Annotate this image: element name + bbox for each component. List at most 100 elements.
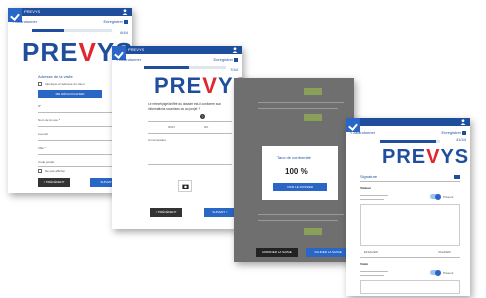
visitor-present-label: Présent [443, 195, 454, 199]
visitor-present-toggle[interactable] [430, 193, 441, 200]
camera-button[interactable] [178, 180, 192, 192]
modal-value: 100 % [285, 167, 308, 176]
text-line [258, 108, 338, 109]
save-icon [124, 19, 128, 24]
visitor-signature-pad[interactable] [360, 204, 460, 246]
save-link[interactable]: Enregistrer [103, 19, 128, 25]
section-title: Adresse de la visite [38, 74, 73, 79]
checkbox-label: Identique à l'adresse du client [45, 82, 85, 86]
brand-logo: PREVYS [154, 73, 242, 99]
checkbox2-label: Ne pas afficher [45, 169, 66, 173]
save-icon [462, 130, 466, 135]
nav-row: < Abandonner Enregistrer [8, 19, 132, 25]
brand-pre: PRE [382, 146, 427, 168]
step-counter: 7/44 [230, 67, 238, 72]
progress-fill [144, 66, 190, 69]
brand-pre: PRE [22, 37, 79, 67]
save-label: Enregistrer [441, 130, 461, 135]
comment-field-line[interactable] [148, 164, 232, 165]
visitor-heading: Visiteur [360, 186, 371, 190]
progress-bar [144, 66, 226, 69]
progress-fill [32, 29, 64, 32]
field-label: N° [38, 104, 42, 108]
progress-fill [380, 140, 436, 143]
save-link[interactable]: Enregistrer [213, 57, 238, 63]
answer-chip [304, 88, 322, 95]
visited-company [360, 275, 384, 276]
abandon-link[interactable]: < Abandonner [12, 19, 37, 25]
visited-present-toggle[interactable] [430, 269, 441, 276]
signature-title: Signature [360, 174, 378, 179]
brand-v: V [426, 146, 441, 168]
screen-result: Taux de conformité 100 % VOIR LE DOSSIER… [234, 78, 354, 262]
user-icon[interactable] [122, 9, 128, 15]
field-label: Lieu-dit [38, 132, 48, 136]
text-line [258, 102, 344, 103]
question-text: Le relevé/pigé/chiffré du dossier est-il… [148, 102, 221, 111]
abandon-link[interactable]: < Abandonner [116, 57, 141, 63]
previous-button[interactable]: < PRÉCÉDENT [150, 208, 182, 217]
folder-icon [454, 175, 460, 179]
text-line [258, 214, 344, 215]
screen-question: PREVYS < Abandonner Enregistrer 7/44 PRE… [112, 46, 242, 229]
text-line [258, 220, 338, 221]
progress-bar [32, 29, 112, 32]
divider [148, 121, 232, 122]
save-label: Enregistrer [213, 57, 233, 62]
app-header: PREVYS [8, 8, 132, 16]
visited-signature-pad[interactable] [360, 280, 460, 294]
option-nc[interactable]: NC [204, 125, 208, 129]
divider [148, 133, 232, 134]
user-icon[interactable] [460, 119, 466, 125]
brand-logo: PREVYS [382, 146, 469, 169]
modal-title: Taux de conformité [277, 155, 311, 160]
divider [360, 257, 460, 258]
app-title: PREVYS [24, 9, 41, 14]
abandon-link[interactable]: < Abandonner [350, 130, 375, 136]
screen-signature: < Abandonner Enregistrer 41/44 PREVYS Si… [346, 118, 470, 296]
validate-entry-button[interactable]: VALIDER LA SAISIE [306, 248, 350, 257]
visited-heading: Visité [360, 262, 368, 266]
nav-row: < Abandonner Enregistrer [112, 57, 242, 63]
visited-name [360, 271, 388, 272]
visitor-company [360, 199, 384, 200]
visited-present-label: Présent [443, 271, 454, 275]
toggle-knob [435, 269, 441, 276]
visitor-name [360, 195, 388, 196]
nav-row: < Abandonner Enregistrer [346, 130, 470, 136]
progress-bar [380, 140, 440, 143]
validate-button[interactable]: VALIDER [438, 250, 451, 254]
app-title: PREVYS [128, 47, 145, 52]
app-header [346, 118, 470, 126]
brand-pre: PRE [154, 73, 203, 98]
field-label: Ville * [38, 146, 46, 150]
result-modal: Taux de conformité 100 % VOIR LE DOSSIER [262, 146, 338, 200]
step-counter: 41/44 [455, 137, 466, 142]
view-file-button[interactable]: VOIR LE DOSSIER [273, 183, 327, 191]
hide-checkbox[interactable] [38, 169, 42, 173]
toggle-knob [435, 193, 441, 200]
field-label: Nom de la voie * [38, 118, 61, 122]
same-address-checkbox[interactable] [38, 82, 42, 86]
answer-chip [304, 228, 322, 235]
brand-v: V [202, 73, 218, 98]
divider [360, 181, 460, 182]
answer-chip [304, 114, 322, 121]
next-button[interactable]: SUIVANT > [204, 208, 236, 217]
option-non[interactable]: NON [168, 125, 175, 129]
geolocate-button[interactable]: ME GÉOLOCALISER [38, 90, 102, 98]
edit-entry-button[interactable]: MODIFIER LA SAISIE [256, 248, 298, 257]
previous-button[interactable]: < PRÉCÉDENT [38, 178, 70, 187]
field-label: Code postal [38, 160, 55, 164]
help-icon[interactable]: ? [200, 114, 205, 119]
app-header: PREVYS [112, 46, 242, 54]
erase-button[interactable]: EFFACER [364, 250, 378, 254]
comment-label: Commentaire [148, 138, 167, 142]
user-icon[interactable] [232, 47, 238, 53]
brand-post: YS [440, 146, 470, 168]
save-label: Enregistrer [103, 19, 123, 24]
save-link[interactable]: Enregistrer [441, 130, 466, 136]
step-counter: 6/44 [120, 30, 128, 35]
camera-icon [182, 184, 189, 189]
brand-v: V [78, 37, 97, 67]
